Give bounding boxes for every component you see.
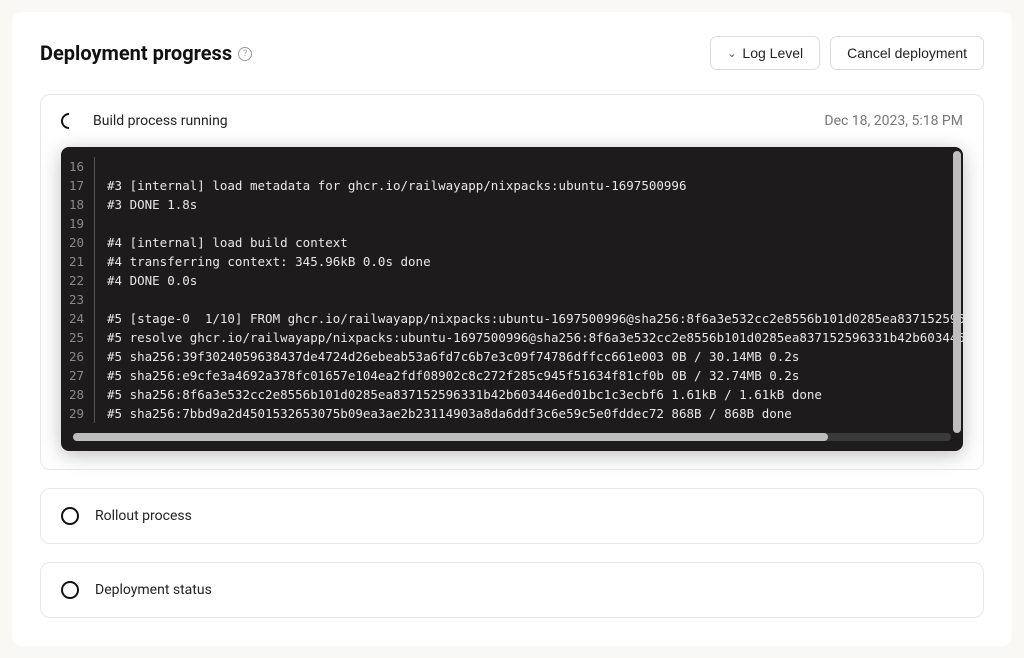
- build-timestamp: Dec 18, 2023, 5:18 PM: [824, 113, 963, 129]
- line-number: 21: [61, 252, 95, 271]
- log-row: 16: [61, 157, 963, 176]
- help-icon[interactable]: ?: [238, 47, 252, 61]
- line-number: 23: [61, 290, 95, 309]
- line-content: #3 DONE 1.8s: [95, 195, 197, 214]
- status-panel-left: Deployment status: [61, 581, 212, 599]
- line-number: 28: [61, 385, 95, 404]
- line-content: #5 sha256:8f6a3e532cc2e8556b101d0285ea83…: [95, 385, 822, 404]
- log-row: 27#5 sha256:e9cfe3a4692a378fc01657e104ea…: [61, 366, 963, 385]
- line-number: 25: [61, 328, 95, 347]
- horizontal-scrollbar-track[interactable]: [73, 433, 951, 441]
- build-panel-header: Build process running Dec 18, 2023, 5:18…: [61, 113, 963, 129]
- rollout-panel-left: Rollout process: [61, 507, 192, 525]
- log-row: 21#4 transferring context: 345.96kB 0.0s…: [61, 252, 963, 271]
- cancel-label: Cancel deployment: [847, 45, 967, 61]
- spinner-icon: [58, 110, 81, 133]
- line-content: [95, 157, 107, 176]
- log-row: 20#4 [internal] load build context: [61, 233, 963, 252]
- page-title: Deployment progress: [40, 41, 232, 65]
- line-content: #5 sha256:e9cfe3a4692a378fc01657e104ea2f…: [95, 366, 799, 385]
- rollout-panel-header: Rollout process: [61, 507, 963, 525]
- status-panel-title: Deployment status: [95, 582, 212, 598]
- line-content: #5 resolve ghcr.io/railwayapp/nixpacks:u…: [95, 328, 963, 347]
- terminal: 1617#3 [internal] load metadata for ghcr…: [61, 147, 963, 451]
- vertical-scrollbar[interactable]: [953, 151, 961, 433]
- status-panel[interactable]: Deployment status: [40, 562, 984, 618]
- log-row: 29#5 sha256:7bbd9a2d4501532653075b09ea3a…: [61, 404, 963, 423]
- line-number: 26: [61, 347, 95, 366]
- log-level-button[interactable]: ⌄ Log Level: [710, 36, 820, 70]
- line-content: #4 DONE 0.0s: [95, 271, 197, 290]
- line-number: 18: [61, 195, 95, 214]
- title-wrap: Deployment progress ?: [40, 41, 252, 65]
- circle-icon: [61, 507, 79, 525]
- horizontal-scrollbar-thumb[interactable]: [73, 433, 828, 441]
- log-row: 25#5 resolve ghcr.io/railwayapp/nixpacks…: [61, 328, 963, 347]
- build-panel-left: Build process running: [61, 113, 228, 129]
- log-level-label: Log Level: [742, 45, 803, 61]
- line-number: 19: [61, 214, 95, 233]
- line-content: #5 [stage-0 1/10] FROM ghcr.io/railwayap…: [95, 309, 963, 328]
- line-number: 29: [61, 404, 95, 423]
- build-panel-title: Build process running: [93, 113, 228, 129]
- log-row: 22#4 DONE 0.0s: [61, 271, 963, 290]
- build-panel: Build process running Dec 18, 2023, 5:18…: [40, 94, 984, 470]
- line-number: 27: [61, 366, 95, 385]
- header-actions: ⌄ Log Level Cancel deployment: [710, 36, 984, 70]
- circle-icon: [61, 581, 79, 599]
- log-row: 18#3 DONE 1.8s: [61, 195, 963, 214]
- line-number: 16: [61, 157, 95, 176]
- log-area[interactable]: 1617#3 [internal] load metadata for ghcr…: [61, 157, 963, 429]
- log-row: 24#5 [stage-0 1/10] FROM ghcr.io/railway…: [61, 309, 963, 328]
- line-content: #3 [internal] load metadata for ghcr.io/…: [95, 176, 686, 195]
- log-row: 28#5 sha256:8f6a3e532cc2e8556b101d0285ea…: [61, 385, 963, 404]
- log-row: 26#5 sha256:39f3024059638437de4724d26ebe…: [61, 347, 963, 366]
- line-content: #5 sha256:39f3024059638437de4724d26ebeab…: [95, 347, 799, 366]
- line-content: #5 sha256:7bbd9a2d4501532653075b09ea3ae2…: [95, 404, 792, 423]
- rollout-panel-title: Rollout process: [95, 508, 192, 524]
- line-number: 20: [61, 233, 95, 252]
- line-content: [95, 214, 107, 233]
- status-panel-header: Deployment status: [61, 581, 963, 599]
- line-number: 24: [61, 309, 95, 328]
- main-card: Deployment progress ? ⌄ Log Level Cancel…: [12, 12, 1012, 646]
- header: Deployment progress ? ⌄ Log Level Cancel…: [40, 36, 984, 70]
- line-content: [95, 290, 107, 309]
- chevron-down-icon: ⌄: [727, 47, 736, 60]
- log-row: 17#3 [internal] load metadata for ghcr.i…: [61, 176, 963, 195]
- cancel-deployment-button[interactable]: Cancel deployment: [830, 36, 984, 70]
- rollout-panel[interactable]: Rollout process: [40, 488, 984, 544]
- line-content: #4 [internal] load build context: [95, 233, 348, 252]
- line-number: 17: [61, 176, 95, 195]
- line-number: 22: [61, 271, 95, 290]
- log-row: 19: [61, 214, 963, 233]
- log-row: 23: [61, 290, 963, 309]
- line-content: #4 transferring context: 345.96kB 0.0s d…: [95, 252, 431, 271]
